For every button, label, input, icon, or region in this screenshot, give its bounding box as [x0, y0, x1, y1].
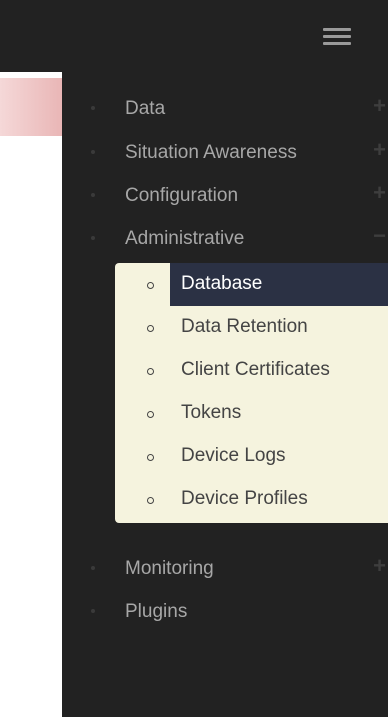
expand-icon[interactable]: + — [373, 95, 386, 117]
content-header — [0, 0, 62, 72]
submenu-item-label: Device Profiles — [181, 488, 308, 509]
circle-bullet-icon — [147, 411, 154, 418]
submenu-item-label: Database — [181, 273, 263, 294]
sidebar-topbar — [62, 0, 388, 72]
sidebar-item-label: Plugins — [125, 601, 188, 622]
circle-bullet-icon — [147, 497, 154, 504]
sidebar-item-label: Monitoring — [125, 558, 214, 579]
hamburger-bar — [323, 28, 351, 31]
bullet-icon — [91, 609, 95, 613]
sidebar-item-label: Administrative — [125, 228, 245, 249]
sidebar-item-situation-awareness[interactable]: Situation Awareness + — [62, 132, 388, 172]
sidebar-item-plugins[interactable]: Plugins — [62, 591, 388, 631]
circle-bullet-icon — [147, 282, 154, 289]
bullet-icon — [91, 566, 95, 570]
bullet-icon — [91, 236, 95, 240]
sidebar-item-data[interactable]: Data + — [62, 88, 388, 128]
sidebar-item-configuration[interactable]: Configuration + — [62, 175, 388, 215]
submenu-item-label: Device Logs — [181, 445, 286, 466]
sidebar: Data + Situation Awareness + Configurati… — [62, 0, 388, 717]
submenu-item-tokens[interactable]: Tokens — [115, 392, 388, 435]
administrative-submenu: Database Data Retention Client Certifica… — [115, 263, 388, 523]
collapse-icon[interactable]: − — [373, 225, 386, 247]
sidebar-item-administrative[interactable]: Administrative − — [62, 218, 388, 258]
submenu-item-device-logs[interactable]: Device Logs — [115, 435, 388, 478]
bullet-icon — [91, 106, 95, 110]
hamburger-bar — [323, 35, 351, 38]
submenu-item-client-certificates[interactable]: Client Certificates — [115, 349, 388, 392]
bullet-icon — [91, 193, 95, 197]
submenu-item-device-profiles[interactable]: Device Profiles — [115, 478, 388, 521]
submenu-item-label: Tokens — [181, 402, 242, 423]
submenu-item-data-retention[interactable]: Data Retention — [115, 306, 388, 349]
sidebar-item-label: Situation Awareness — [125, 142, 297, 163]
hamburger-bar — [323, 42, 351, 45]
submenu-item-database[interactable]: Database — [115, 263, 388, 306]
content-banner — [0, 78, 62, 136]
circle-bullet-icon — [147, 368, 154, 375]
expand-icon[interactable]: + — [373, 555, 386, 577]
circle-bullet-icon — [147, 454, 154, 461]
hamburger-icon[interactable] — [323, 28, 351, 48]
circle-bullet-icon — [147, 325, 154, 332]
submenu-item-label: Data Retention — [181, 316, 308, 337]
app-root: Data + Situation Awareness + Configurati… — [0, 0, 388, 717]
bullet-icon — [91, 150, 95, 154]
submenu-item-label: Client Certificates — [181, 359, 330, 380]
expand-icon[interactable]: + — [373, 182, 386, 204]
sidebar-item-label: Data — [125, 98, 166, 119]
sidebar-item-label: Configuration — [125, 185, 239, 206]
expand-icon[interactable]: + — [373, 139, 386, 161]
content-area — [0, 0, 62, 717]
sidebar-item-monitoring[interactable]: Monitoring + — [62, 548, 388, 588]
